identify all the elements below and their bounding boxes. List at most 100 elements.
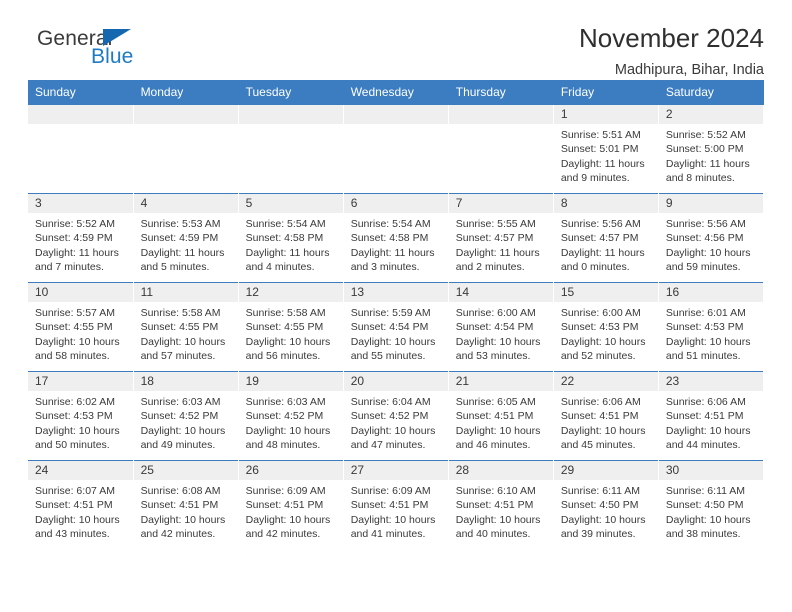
calendar-week-row: 17 Sunrise: 6:02 AM Sunset: 4:53 PM Dayligh… bbox=[28, 371, 765, 461]
calendar-day-cell[interactable]: 13 Sunrise: 5:59 AM Sunset: 4:54 PM Dayligh… bbox=[343, 282, 449, 372]
day-details: Sunrise: 6:11 AM Sunset: 4:50 PM Daylight:… bbox=[659, 480, 763, 542]
day-details: Sunrise: 6:10 AM Sunset: 4:51 PM Daylight:… bbox=[449, 480, 553, 542]
daylight-text: Daylight: 11 hours and 3 minutes. bbox=[350, 246, 435, 274]
sunset-text: Sunset: 4:54 PM bbox=[350, 321, 429, 334]
day-number: 18 bbox=[133, 372, 238, 391]
calendar-day-cell[interactable]: 14 Sunrise: 6:00 AM Sunset: 4:54 PM Dayligh… bbox=[448, 282, 554, 372]
calendar-page: General Blue November 2024 Madhipura, Bi… bbox=[0, 0, 792, 612]
daylight-text: Daylight: 10 hours and 45 minutes. bbox=[560, 424, 646, 452]
day-number: 5 bbox=[238, 194, 343, 213]
calendar-week-row: 24 Sunrise: 6:07 AM Sunset: 4:51 PM Dayligh… bbox=[28, 460, 765, 550]
day-details: Sunrise: 5:59 AM Sunset: 4:54 PM Daylight:… bbox=[344, 302, 448, 364]
sunset-text: Sunset: 4:55 PM bbox=[35, 321, 113, 334]
calendar-day-cell[interactable]: 30 Sunrise: 6:11 AM Sunset: 4:50 PM Dayligh… bbox=[658, 460, 765, 550]
day-details: Sunrise: 6:09 AM Sunset: 4:51 PM Daylight:… bbox=[239, 480, 343, 542]
calendar-day-cell[interactable]: 6 Sunrise: 5:54 AM Sunset: 4:58 PM Daylight… bbox=[343, 193, 449, 283]
daylight-text: Daylight: 10 hours and 56 minutes. bbox=[245, 335, 331, 363]
calendar-day-cell[interactable]: 25 Sunrise: 6:08 AM Sunset: 4:51 PM Dayligh… bbox=[133, 460, 239, 550]
sunset-text: Sunset: 4:51 PM bbox=[665, 410, 744, 423]
day-details: Sunrise: 6:00 AM Sunset: 4:54 PM Daylight:… bbox=[449, 302, 553, 364]
calendar-day-cell[interactable]: 19 Sunrise: 6:03 AM Sunset: 4:52 PM Dayligh… bbox=[238, 371, 344, 461]
day-number: 10 bbox=[28, 283, 133, 302]
daylight-text: Daylight: 11 hours and 7 minutes. bbox=[35, 246, 119, 274]
calendar-day-cell[interactable]: 3 Sunrise: 5:52 AM Sunset: 4:59 PM Daylight… bbox=[28, 193, 134, 283]
calendar-day-cell[interactable]: 24 Sunrise: 6:07 AM Sunset: 4:51 PM Dayligh… bbox=[28, 460, 134, 550]
calendar-week-row: 3 Sunrise: 5:52 AM Sunset: 4:59 PM Daylight… bbox=[28, 193, 765, 283]
sunset-text: Sunset: 5:00 PM bbox=[665, 143, 744, 156]
sunrise-text: Sunrise: 5:54 AM bbox=[245, 218, 326, 230]
sunset-text: Sunset: 4:56 PM bbox=[665, 232, 744, 245]
day-number: 3 bbox=[28, 194, 133, 213]
daylight-text: Daylight: 10 hours and 42 minutes. bbox=[245, 513, 331, 541]
day-details: Sunrise: 6:09 AM Sunset: 4:51 PM Daylight:… bbox=[344, 480, 448, 542]
calendar-day-cell[interactable]: 26 Sunrise: 6:09 AM Sunset: 4:51 PM Dayligh… bbox=[238, 460, 344, 550]
calendar-day-cell[interactable]: 29 Sunrise: 6:11 AM Sunset: 4:50 PM Dayligh… bbox=[553, 460, 659, 550]
calendar-day-cell[interactable]: 28 Sunrise: 6:10 AM Sunset: 4:51 PM Dayligh… bbox=[448, 460, 554, 550]
sunrise-text: Sunrise: 5:57 AM bbox=[35, 307, 115, 319]
day-number: 21 bbox=[448, 372, 553, 391]
calendar-day-cell[interactable]: 17 Sunrise: 6:02 AM Sunset: 4:53 PM Dayligh… bbox=[28, 371, 134, 461]
calendar-day-cell[interactable]: 12 Sunrise: 5:58 AM Sunset: 4:55 PM Dayligh… bbox=[238, 282, 344, 372]
weekday-header-monday: Monday bbox=[133, 80, 239, 105]
daylight-text: Daylight: 10 hours and 43 minutes. bbox=[35, 513, 120, 541]
sunset-text: Sunset: 4:51 PM bbox=[560, 410, 639, 423]
sunrise-text: Sunrise: 6:01 AM bbox=[665, 307, 746, 319]
day-details: Sunrise: 5:54 AM Sunset: 4:58 PM Daylight:… bbox=[239, 213, 343, 275]
calendar-day-cell[interactable]: 23 Sunrise: 6:06 AM Sunset: 4:51 PM Dayligh… bbox=[658, 371, 765, 461]
sunrise-sunset-calendar: Sunday Monday Tuesday Wednesday Thursday… bbox=[28, 80, 765, 550]
calendar-day-cell[interactable]: 1 Sunrise: 5:51 AM Sunset: 5:01 PM Daylight… bbox=[553, 104, 659, 194]
general-blue-logo[interactable]: General Blue bbox=[28, 24, 178, 72]
daylight-text: Daylight: 10 hours and 55 minutes. bbox=[350, 335, 436, 363]
daylight-text: Daylight: 10 hours and 44 minutes. bbox=[665, 424, 751, 452]
day-number: 17 bbox=[28, 372, 133, 391]
calendar-day-cell[interactable]: 5 Sunrise: 5:54 AM Sunset: 4:58 PM Daylight… bbox=[238, 193, 344, 283]
calendar-day-cell[interactable]: 16 Sunrise: 6:01 AM Sunset: 4:53 PM Dayligh… bbox=[658, 282, 765, 372]
calendar-day-cell[interactable]: 4 Sunrise: 5:53 AM Sunset: 4:59 PM Daylight… bbox=[133, 193, 239, 283]
calendar-day-cell[interactable]: 22 Sunrise: 6:06 AM Sunset: 4:51 PM Dayligh… bbox=[553, 371, 659, 461]
daylight-text: Daylight: 10 hours and 41 minutes. bbox=[350, 513, 436, 541]
day-number: 16 bbox=[658, 283, 763, 302]
day-number: 14 bbox=[448, 283, 553, 302]
sunrise-text: Sunrise: 5:54 AM bbox=[350, 218, 431, 230]
daylight-text: Daylight: 10 hours and 52 minutes. bbox=[560, 335, 646, 363]
weekday-header-wednesday: Wednesday bbox=[343, 80, 449, 105]
calendar-day-cell[interactable]: 21 Sunrise: 6:05 AM Sunset: 4:51 PM Dayligh… bbox=[448, 371, 554, 461]
sunrise-text: Sunrise: 5:51 AM bbox=[560, 129, 641, 141]
calendar-day-cell[interactable]: 15 Sunrise: 6:00 AM Sunset: 4:53 PM Dayligh… bbox=[553, 282, 659, 372]
sunrise-text: Sunrise: 6:00 AM bbox=[455, 307, 536, 319]
sunrise-text: Sunrise: 5:52 AM bbox=[665, 129, 746, 141]
sunset-text: Sunset: 4:53 PM bbox=[665, 321, 744, 334]
day-details: Sunrise: 5:55 AM Sunset: 4:57 PM Daylight:… bbox=[449, 213, 553, 275]
sunrise-text: Sunrise: 5:52 AM bbox=[35, 218, 115, 230]
calendar-day-cell[interactable]: 9 Sunrise: 5:56 AM Sunset: 4:56 PM Daylight… bbox=[658, 193, 765, 283]
daylight-text: Daylight: 11 hours and 0 minutes. bbox=[560, 246, 645, 274]
calendar-day-cell[interactable]: 11 Sunrise: 5:58 AM Sunset: 4:55 PM Dayligh… bbox=[133, 282, 239, 372]
calendar-day-cell[interactable]: 27 Sunrise: 6:09 AM Sunset: 4:51 PM Dayligh… bbox=[343, 460, 449, 550]
sunset-text: Sunset: 4:55 PM bbox=[140, 321, 219, 334]
weekday-header-friday: Friday bbox=[553, 80, 659, 105]
sunset-text: Sunset: 4:52 PM bbox=[350, 410, 429, 423]
calendar-day-cell[interactable]: 10 Sunrise: 5:57 AM Sunset: 4:55 PM Dayligh… bbox=[28, 282, 134, 372]
day-number: 7 bbox=[448, 194, 553, 213]
sunrise-text: Sunrise: 6:02 AM bbox=[35, 396, 115, 408]
daylight-text: Daylight: 11 hours and 4 minutes. bbox=[245, 246, 330, 274]
day-details: Sunrise: 6:06 AM Sunset: 4:51 PM Daylight:… bbox=[659, 391, 763, 453]
calendar-day-cell[interactable]: 8 Sunrise: 5:56 AM Sunset: 4:57 PM Daylight… bbox=[553, 193, 659, 283]
sunrise-text: Sunrise: 6:05 AM bbox=[455, 396, 536, 408]
calendar-day-cell[interactable]: 20 Sunrise: 6:04 AM Sunset: 4:52 PM Dayligh… bbox=[343, 371, 449, 461]
logo-text-blue: Blue bbox=[91, 45, 134, 68]
calendar-day-cell[interactable]: 18 Sunrise: 6:03 AM Sunset: 4:52 PM Dayligh… bbox=[133, 371, 239, 461]
weekday-header-thursday: Thursday bbox=[448, 80, 554, 105]
day-number: 30 bbox=[658, 461, 763, 480]
day-number: 12 bbox=[238, 283, 343, 302]
calendar-day-cell[interactable]: 7 Sunrise: 5:55 AM Sunset: 4:57 PM Daylight… bbox=[448, 193, 554, 283]
sunrise-text: Sunrise: 5:56 AM bbox=[560, 218, 641, 230]
sunset-text: Sunset: 4:51 PM bbox=[455, 499, 534, 512]
daylight-text: Daylight: 11 hours and 8 minutes. bbox=[665, 157, 750, 185]
daylight-text: Daylight: 10 hours and 53 minutes. bbox=[455, 335, 541, 363]
calendar-day-cell[interactable]: 2 Sunrise: 5:52 AM Sunset: 5:00 PM Daylight… bbox=[658, 104, 765, 194]
sunrise-text: Sunrise: 5:56 AM bbox=[665, 218, 746, 230]
calendar-week-row: 1 Sunrise: 5:51 AM Sunset: 5:01 PM Daylight… bbox=[28, 104, 765, 194]
daylight-text: Daylight: 10 hours and 38 minutes. bbox=[665, 513, 751, 541]
calendar-day-cell-empty bbox=[343, 104, 449, 194]
